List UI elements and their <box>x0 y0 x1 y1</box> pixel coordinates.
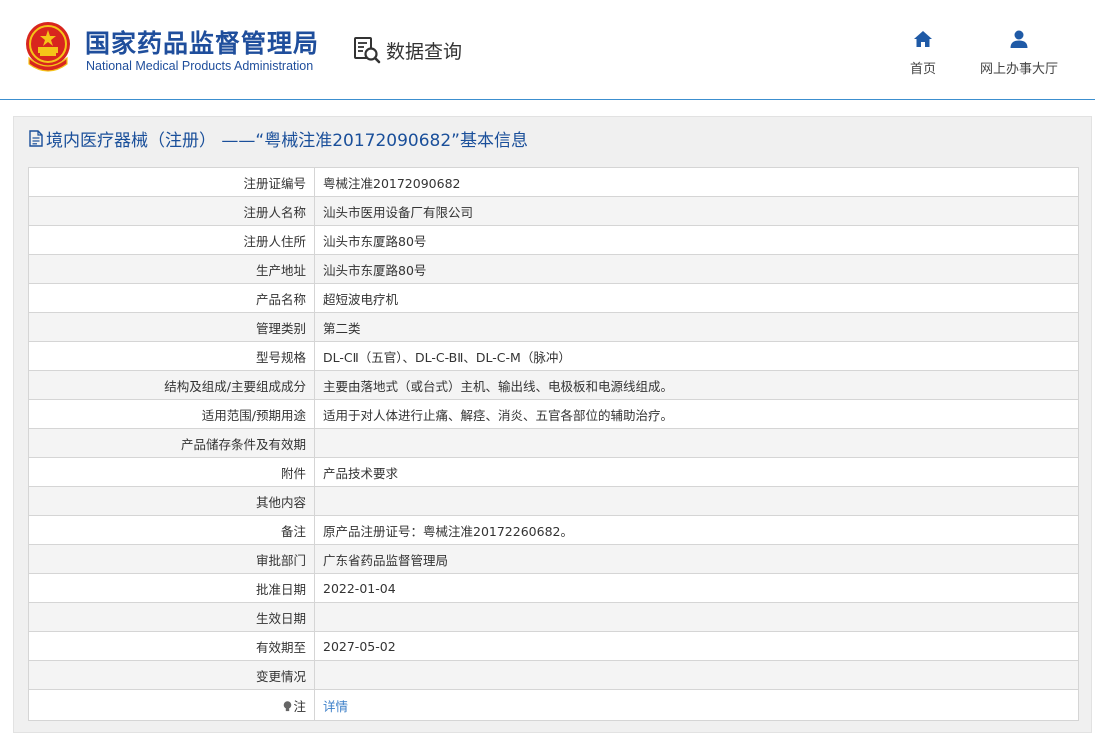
row-label: 注册人名称 <box>28 196 315 226</box>
row-label: 注册证编号 <box>28 167 315 197</box>
row-value: 原产品注册证号：粤械注准20172260682。 <box>314 515 1079 545</box>
row-value: 广东省药品监督管理局 <box>314 544 1079 574</box>
table-row: 管理类别 第二类 <box>28 312 1079 342</box>
panel-title: 境内医疗器械（注册） ——“粤械注准20172090682”基本信息 <box>14 117 1091 159</box>
row-value: 主要由落地式（或台式）主机、输出线、电极板和电源线组成。 <box>314 370 1079 400</box>
row-label-note: 注 <box>28 689 315 721</box>
home-icon <box>914 31 932 47</box>
data-query-title: 数据查询 <box>352 35 462 65</box>
row-label: 批准日期 <box>28 573 315 603</box>
row-value <box>314 660 1079 690</box>
table-row: 产品名称 超短波电疗机 <box>28 283 1079 313</box>
row-label: 适用范围/预期用途 <box>28 399 315 429</box>
row-value: 第二类 <box>314 312 1079 342</box>
row-label: 产品名称 <box>28 283 315 313</box>
search-document-icon <box>354 37 381 64</box>
row-label: 生产地址 <box>28 254 315 284</box>
row-value: DL-CⅡ（五官）、DL-C-BⅡ、DL-C-M（脉冲） <box>314 341 1079 371</box>
row-value <box>314 602 1079 632</box>
table-row: 批准日期 2022-01-04 <box>28 573 1079 603</box>
table-row: 适用范围/预期用途 适用于对人体进行止痛、解痉、消炎、五官各部位的辅助治疗。 <box>28 399 1079 429</box>
national-emblem-icon <box>26 22 70 72</box>
row-value <box>314 428 1079 458</box>
org-name-en: National Medical Products Administration <box>86 59 314 73</box>
row-value <box>314 486 1079 516</box>
nav-online-hall-label: 网上办事大厅 <box>980 62 1059 77</box>
document-icon <box>29 129 43 147</box>
nav-online-hall[interactable]: 网上办事大厅 <box>980 28 1058 77</box>
row-value: 适用于对人体进行止痛、解痉、消炎、五官各部位的辅助治疗。 <box>314 399 1079 429</box>
table-row: 产品储存条件及有效期 <box>28 428 1079 458</box>
row-label: 管理类别 <box>28 312 315 342</box>
row-label: 型号规格 <box>28 341 315 371</box>
row-value: 2022-01-04 <box>314 573 1079 603</box>
table-row: 生产地址 汕头市东厦路80号 <box>28 254 1079 284</box>
row-value: 汕头市东厦路80号 <box>314 225 1079 255</box>
info-panel: 境内医疗器械（注册） ——“粤械注准20172090682”基本信息 注册证编号… <box>13 116 1092 733</box>
row-label: 附件 <box>28 457 315 487</box>
table-row-note: 注 详情 <box>28 689 1079 721</box>
table-row: 附件 产品技术要求 <box>28 457 1079 487</box>
bulb-icon <box>284 700 292 711</box>
row-value: 产品技术要求 <box>314 457 1079 487</box>
row-value: 超短波电疗机 <box>314 283 1079 313</box>
nav-home-label: 首页 <box>910 62 937 77</box>
row-label: 生效日期 <box>28 602 315 632</box>
site-header: 国家药品监督管理局 National Medical Products Admi… <box>0 0 1095 100</box>
info-table: 注册证编号 粤械注准20172090682 注册人名称 汕头市医用设备厂有限公司 注册人… <box>28 167 1079 721</box>
nav-home[interactable]: 首页 <box>910 28 936 77</box>
user-icon <box>1010 30 1028 48</box>
row-value: 粤械注准20172090682 <box>314 167 1079 197</box>
row-value-note: 详情 <box>314 689 1079 721</box>
detail-link[interactable]: 详情 <box>323 699 348 714</box>
row-value: 2027-05-02 <box>314 631 1079 661</box>
table-row: 型号规格 DL-CⅡ（五官）、DL-C-BⅡ、DL-C-M（脉冲） <box>28 341 1079 371</box>
row-label: 有效期至 <box>28 631 315 661</box>
row-value: 汕头市医用设备厂有限公司 <box>314 196 1079 226</box>
row-label: 结构及组成/主要组成成分 <box>28 370 315 400</box>
row-label: 注册人住所 <box>28 225 315 255</box>
row-label: 备注 <box>28 515 315 545</box>
query-label: 数据查询 <box>386 40 463 63</box>
row-label: 审批部门 <box>28 544 315 574</box>
panel-title-text: 境内医疗器械（注册） ——“粤械注准20172090682”基本信息 <box>46 130 528 151</box>
table-row: 备注 原产品注册证号：粤械注准20172260682。 <box>28 515 1079 545</box>
note-label: 注 <box>293 698 306 714</box>
table-row: 有效期至 2027-05-02 <box>28 631 1079 661</box>
row-label: 变更情况 <box>28 660 315 690</box>
row-label: 其他内容 <box>28 486 315 516</box>
row-label: 产品储存条件及有效期 <box>28 428 315 458</box>
org-name-cn: 国家药品监督管理局 <box>85 29 320 58</box>
table-row: 其他内容 <box>28 486 1079 516</box>
table-row: 注册证编号 粤械注准20172090682 <box>28 167 1079 197</box>
table-row: 注册人住所 汕头市东厦路80号 <box>28 225 1079 255</box>
table-row: 生效日期 <box>28 602 1079 632</box>
row-value: 汕头市东厦路80号 <box>314 254 1079 284</box>
table-row: 注册人名称 汕头市医用设备厂有限公司 <box>28 196 1079 226</box>
table-row: 变更情况 <box>28 660 1079 690</box>
table-row: 审批部门 广东省药品监督管理局 <box>28 544 1079 574</box>
table-row: 结构及组成/主要组成成分 主要由落地式（或台式）主机、输出线、电极板和电源线组成。 <box>28 370 1079 400</box>
